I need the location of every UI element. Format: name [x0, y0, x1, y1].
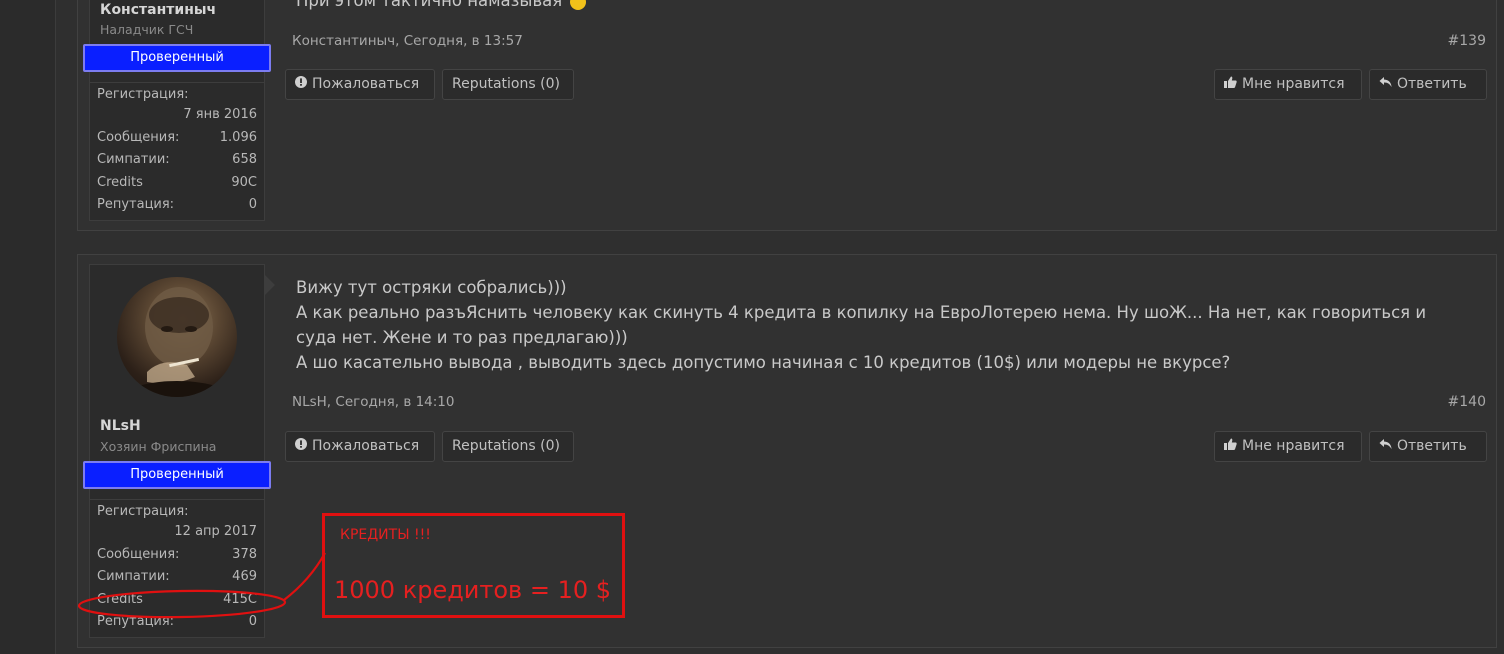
annotation-box: КРЕДИТЫ !!! 1000 кредитов = 10 $ — [322, 513, 625, 618]
message-line: При этом тактично намазывая — [296, 0, 563, 10]
likes-label: Симпатии: — [97, 152, 170, 168]
annotation-text: 1000 кредитов = 10 $ — [334, 576, 612, 604]
post-message: При этом тактично намазывая — [296, 0, 1476, 13]
stat-likes: Симпатии: 658 — [90, 149, 264, 171]
stat-messages: Сообщения: 378 — [90, 544, 264, 566]
reputations-label: Reputations (0) — [452, 438, 560, 454]
credits-label: Credits — [97, 174, 143, 190]
message-line: А шо касательно вывода , выводить здесь … — [296, 353, 1231, 372]
thumbs-up-icon — [1224, 432, 1237, 461]
reputations-label: Reputations (0) — [452, 76, 560, 92]
thumbs-up-icon — [1224, 70, 1237, 99]
reply-arrow-icon — [1379, 70, 1392, 99]
message-line: суда нет. Жене и то раз предлагаю))) — [296, 328, 628, 347]
avatar[interactable] — [117, 277, 237, 397]
report-label: Пожаловаться — [312, 438, 420, 454]
registration-label: Регистрация: — [97, 87, 189, 102]
post-139: Константиныч Наладчик ГСЧ Проверенный Ре… — [77, 0, 1497, 231]
messages-value[interactable]: 378 — [232, 547, 257, 562]
credits-value: 90C — [231, 174, 257, 190]
post-number-link[interactable]: #139 — [1448, 33, 1486, 49]
exclamation-circle-icon — [295, 70, 307, 99]
stat-messages: Сообщения: 1.096 — [90, 127, 264, 149]
likes-label: Симпатии: — [97, 569, 170, 585]
reply-button[interactable]: Ответить — [1369, 69, 1487, 100]
verified-badge: Проверенный — [83, 44, 271, 72]
messages-label: Сообщения: — [97, 547, 180, 562]
exclamation-circle-icon — [295, 432, 307, 461]
likes-value: 658 — [232, 152, 257, 168]
post-140: NLsH Хозяин Фриспина Проверенный Регистр… — [77, 254, 1497, 648]
report-button[interactable]: Пожаловаться — [285, 69, 435, 100]
like-button[interactable]: Мне нравится — [1214, 69, 1362, 100]
like-button[interactable]: Мне нравится — [1214, 431, 1362, 462]
report-label: Пожаловаться — [312, 76, 420, 92]
stat-likes: Симпатии: 469 — [90, 566, 264, 588]
post-meta[interactable]: Константиныч, Сегодня, в 13:57 — [292, 33, 523, 49]
user-card: Константиныч Наладчик ГСЧ Проверенный Ре… — [83, 0, 271, 221]
reply-button[interactable]: Ответить — [1369, 431, 1487, 462]
username-link[interactable]: Константиныч — [100, 2, 216, 18]
credits-label: Credits — [97, 591, 143, 607]
post-meta[interactable]: NLsH, Сегодня, в 14:10 — [292, 394, 455, 410]
message-line: А как реально разъЯснить человеку как ск… — [296, 303, 1427, 322]
user-card: NLsH Хозяин Фриспина Проверенный Регистр… — [83, 264, 271, 638]
user-stats: Регистрация: 7 янв 2016 Сообщения: 1.096… — [90, 82, 264, 216]
messages-label: Сообщения: — [97, 130, 180, 145]
stat-credits: Credits 415C — [90, 589, 264, 611]
verified-badge: Проверенный — [83, 461, 271, 489]
left-sidebar-strip — [0, 0, 56, 654]
stat-reputation: Репутация: 0 — [90, 194, 264, 216]
reply-label: Ответить — [1397, 438, 1467, 454]
user-stats: Регистрация: 12 апр 2017 Сообщения: 378 … — [90, 499, 264, 633]
reputation-value: 0 — [248, 613, 257, 629]
like-label: Мне нравится — [1242, 76, 1345, 92]
reputation-value: 0 — [248, 196, 257, 212]
post-message: Вижу тут остряки собрались))) А как реал… — [296, 275, 1476, 375]
credits-value: 415C — [223, 591, 257, 607]
username-link[interactable]: NLsH — [100, 418, 141, 434]
like-label: Мне нравится — [1242, 438, 1345, 454]
annotation-title: КРЕДИТЫ !!! — [340, 527, 431, 543]
user-title: Хозяин Фриспина — [100, 439, 217, 454]
report-button[interactable]: Пожаловаться — [285, 431, 435, 462]
post-number-link[interactable]: #140 — [1448, 394, 1486, 410]
user-card-arrow — [265, 275, 275, 295]
likes-value: 469 — [232, 569, 257, 585]
registration-label: Регистрация: — [97, 504, 189, 519]
reputation-label: Репутация: — [97, 196, 175, 212]
registration-value: 12 апр 2017 — [174, 524, 257, 539]
user-title: Наладчик ГСЧ — [100, 22, 194, 37]
message-line: Вижу тут остряки собрались))) — [296, 278, 567, 297]
forum-thread-page: Константиныч Наладчик ГСЧ Проверенный Ре… — [0, 0, 1504, 654]
reply-label: Ответить — [1397, 76, 1467, 92]
laughing-emoji-icon — [570, 0, 587, 10]
reputation-label: Репутация: — [97, 613, 175, 629]
stat-credits: Credits 90C — [90, 172, 264, 194]
messages-value[interactable]: 1.096 — [220, 130, 257, 145]
reputations-button[interactable]: Reputations (0) — [442, 431, 574, 462]
reputations-button[interactable]: Reputations (0) — [442, 69, 574, 100]
stat-reputation: Репутация: 0 — [90, 611, 264, 633]
reply-arrow-icon — [1379, 432, 1392, 461]
registration-value: 7 янв 2016 — [183, 107, 257, 122]
